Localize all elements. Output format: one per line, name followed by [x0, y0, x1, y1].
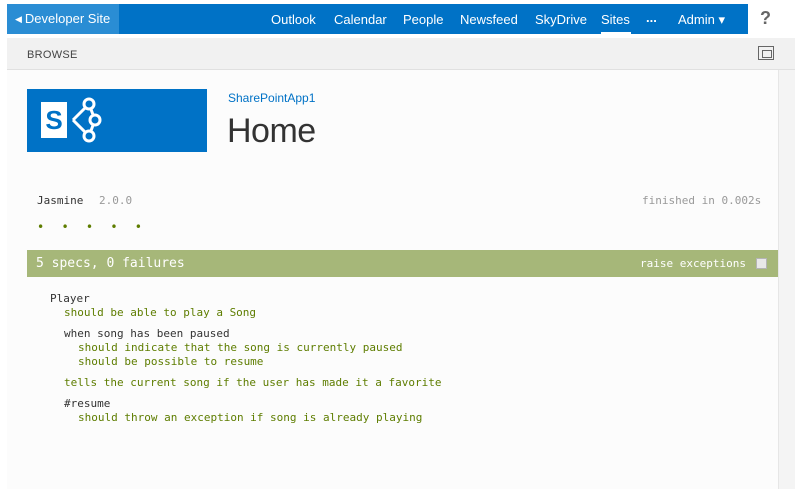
nav-more-icon[interactable]: ... [646, 10, 657, 25]
nav-calendar[interactable]: Calendar [334, 12, 387, 27]
scrollbar[interactable] [778, 70, 795, 489]
suite-when-paused[interactable]: when song has been paused [64, 327, 230, 340]
raise-exceptions-label: raise exceptions [640, 257, 746, 270]
nav-people[interactable]: People [403, 12, 443, 27]
back-arrow-icon: ◀ [15, 14, 22, 24]
sharepoint-logo-icon: S [41, 97, 102, 143]
spec-item[interactable]: should be able to play a Song [64, 306, 256, 319]
developer-site-label: Developer Site [24, 11, 111, 26]
spec-item[interactable]: should throw an exception if song is alr… [78, 411, 422, 424]
active-nav-indicator [601, 32, 631, 34]
nav-outlook[interactable]: Outlook [271, 12, 316, 27]
page-title: Home [227, 112, 316, 150]
spec-item[interactable]: should indicate that the song is current… [78, 341, 403, 354]
spec-dots: • • • • • [37, 220, 148, 234]
help-icon[interactable]: ? [760, 8, 771, 29]
suite-bar: ◀ Developer Site Outlook Calendar People … [0, 0, 795, 38]
finished-time: finished in 0.002s [642, 194, 762, 207]
summary-bar: 5 specs, 0 failures raise exceptions [27, 250, 778, 277]
nav-sites[interactable]: Sites [601, 12, 630, 27]
nav-newsfeed[interactable]: Newsfeed [460, 12, 518, 27]
raise-exceptions-checkbox[interactable] [756, 258, 767, 269]
jasmine-version: 2.0.0 [99, 194, 133, 207]
spec-item[interactable]: should be possible to resume [78, 355, 263, 368]
nav-admin-menu[interactable]: Admin ▾ [678, 12, 725, 28]
sharepoint-logo: S [27, 89, 207, 152]
svg-text:S: S [45, 105, 62, 135]
developer-site-link[interactable]: ◀ Developer Site [7, 4, 119, 34]
site-link[interactable]: SharePointApp1 [228, 91, 315, 105]
browse-tab[interactable]: BROWSE [27, 49, 78, 61]
suite-player[interactable]: Player [50, 292, 90, 305]
nav-skydrive[interactable]: SkyDrive [535, 12, 587, 27]
summary-text: 5 specs, 0 failures [36, 256, 185, 271]
focus-on-content-icon[interactable] [758, 46, 774, 60]
spec-item[interactable]: tells the current song if the user has m… [64, 376, 442, 389]
jasmine-title: Jasmine [37, 194, 84, 207]
suite-resume[interactable]: #resume [64, 397, 110, 410]
ribbon: BROWSE [7, 38, 795, 70]
